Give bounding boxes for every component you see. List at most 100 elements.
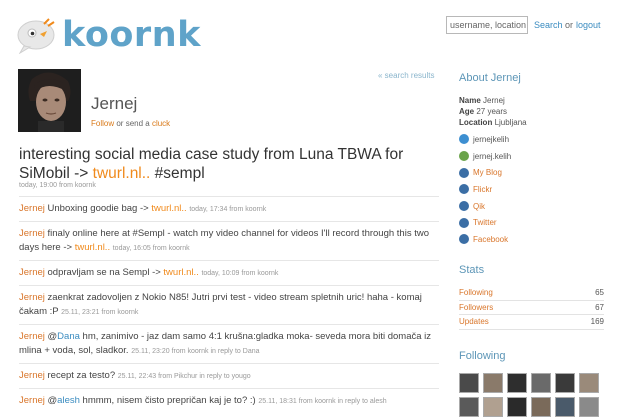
stat-row: Followers 67 xyxy=(459,301,604,315)
stat-label-link[interactable]: Following xyxy=(459,286,493,300)
entry-user-link[interactable]: Jernej xyxy=(19,267,45,278)
entry-user-link[interactable]: Jernej xyxy=(19,228,45,239)
flickr-icon xyxy=(459,184,469,195)
stat-label-link[interactable]: Followers xyxy=(459,301,493,315)
qik-icon xyxy=(459,201,469,212)
latest-status-link[interactable]: twurl.nl.. xyxy=(93,165,151,182)
stat-value: 65 xyxy=(595,288,604,297)
following-title: Following xyxy=(459,350,506,362)
account-item[interactable]: Qik xyxy=(459,198,604,215)
entry-user-link[interactable]: Jernej xyxy=(19,331,45,342)
account-list: jernejkelih jernej.kelih My Blog Flickr Qik T… xyxy=(459,131,604,248)
following-avatar[interactable] xyxy=(483,373,503,393)
timeline-entry: Jernej odpravljam se na Sempl -> twurl.n… xyxy=(19,260,439,285)
account-label[interactable]: Qik xyxy=(473,202,485,211)
follow-link[interactable]: Follow xyxy=(91,119,114,128)
following-avatar[interactable] xyxy=(555,373,575,393)
entry-mention-link[interactable]: alesh xyxy=(57,395,80,406)
skype-icon xyxy=(459,134,469,145)
following-avatar[interactable] xyxy=(555,397,575,417)
entry-mention-link[interactable]: Dana xyxy=(57,331,80,342)
account-item: jernejkelih xyxy=(459,131,604,148)
timeline-entry: Jernej Unboxing goodie bag -> twurl.nl..… xyxy=(19,196,439,221)
entry-url-link[interactable]: twurl.nl.. xyxy=(151,203,186,214)
account-item[interactable]: Facebook xyxy=(459,231,604,248)
stat-row: Updates 169 xyxy=(459,315,604,330)
info-name: Name Jernej xyxy=(459,96,505,105)
stat-label-link[interactable]: Updates xyxy=(459,315,489,329)
stat-value: 67 xyxy=(595,302,604,312)
following-grid xyxy=(459,373,604,417)
following-avatar[interactable] xyxy=(531,373,551,393)
facebook-icon xyxy=(459,234,469,245)
or-text: or xyxy=(565,20,574,30)
timeline-entry: Jernej zaenkrat zadovoljen z Nokio N85! … xyxy=(19,285,439,324)
sidebar-about: About Jernej Name Jernej Age 27 years Lo… xyxy=(459,72,604,248)
following-avatar[interactable] xyxy=(459,373,479,393)
entry-text: @ xyxy=(44,395,58,406)
profile-actions: Follow or send a cluck xyxy=(91,119,170,128)
entry-text: Unboxing goodie bag -> xyxy=(44,203,152,214)
entry-text-tail: hmmm, nisem čisto prepričan kaj je to? :… xyxy=(79,395,259,406)
profile-avatar xyxy=(18,69,81,132)
following-avatar[interactable] xyxy=(459,397,479,417)
send-cluck-link[interactable]: cluck xyxy=(152,119,170,128)
account-label: jernej.kelih xyxy=(473,151,512,161)
chat-bird-icon xyxy=(14,16,58,55)
following-avatar[interactable] xyxy=(507,373,527,393)
about-title: About Jernej xyxy=(459,72,521,84)
entry-user-link[interactable]: Jernej xyxy=(19,292,45,303)
entry-text: @ xyxy=(44,331,58,342)
entry-meta: today, 17:34 from koornk xyxy=(189,206,267,213)
account-label[interactable]: Flickr xyxy=(473,185,492,194)
search-input[interactable]: username, location xyxy=(446,16,528,34)
stats-table: Following 65 Followers 67 Updates 169 xyxy=(459,286,604,330)
blog-icon xyxy=(459,167,469,178)
account-label[interactable]: Facebook xyxy=(473,235,508,244)
info-age: Age 27 years xyxy=(459,107,508,116)
entry-meta: 25.11, 18:31 from koornk in reply to ale… xyxy=(258,398,387,405)
account-label[interactable]: My Blog xyxy=(473,168,502,177)
following-avatar[interactable] xyxy=(507,397,527,417)
account-label: jernejkelih xyxy=(473,134,510,144)
or-send-text: or send a xyxy=(116,119,150,128)
stats-title: Stats xyxy=(459,264,485,276)
msn-icon xyxy=(459,151,469,162)
entry-url-link[interactable]: twurl.nl.. xyxy=(163,267,198,278)
account-item[interactable]: Flickr xyxy=(459,181,604,198)
latest-status-meta: today, 19:00 from koornk xyxy=(19,182,96,189)
timeline-entry: Jernej @Dana hm, zanimivo - jaz dam samo… xyxy=(19,324,439,363)
following-avatar[interactable] xyxy=(579,373,599,393)
account-label[interactable]: Twitter xyxy=(473,218,497,227)
account-item[interactable]: Twitter xyxy=(459,214,604,231)
entry-user-link[interactable]: Jernej xyxy=(19,370,45,381)
logout-link[interactable]: logout xyxy=(576,20,601,30)
entry-meta: 25.11, 22:43 from Pikchur in reply to yo… xyxy=(117,373,251,380)
logo-text: koornk xyxy=(62,15,201,55)
timeline-entry: Jernej finaly online here at #Sempl - wa… xyxy=(19,221,439,260)
entry-user-link[interactable]: Jernej xyxy=(19,203,45,214)
twitter-icon xyxy=(459,217,469,228)
following-avatar[interactable] xyxy=(579,397,599,417)
profile-name: Jernej xyxy=(91,94,138,113)
entry-text: recept za testo? xyxy=(44,370,118,381)
stat-value: 169 xyxy=(590,317,604,326)
timeline-list: Jernej Unboxing goodie bag -> twurl.nl..… xyxy=(19,196,439,413)
back-to-search-results-link[interactable]: « search results xyxy=(378,71,434,80)
account-item[interactable]: My Blog xyxy=(459,164,604,181)
info-location: Location Ljubljana xyxy=(459,118,527,127)
entry-user-link[interactable]: Jernej xyxy=(19,395,45,406)
entry-text: odpravljam se na Sempl -> xyxy=(44,267,164,278)
latest-status-text: interesting social media case study from… xyxy=(19,146,404,182)
latest-status: interesting social media case study from… xyxy=(19,145,439,183)
koornk-logo[interactable]: koornk xyxy=(14,15,201,55)
timeline-entry: Jernej recept za testo? 25.11, 22:43 fro… xyxy=(19,363,439,388)
account-item: jernej.kelih xyxy=(459,148,604,165)
entry-meta: 25.11, 23:20 from koornk in reply to Dan… xyxy=(131,348,260,355)
following-avatar[interactable] xyxy=(531,397,551,417)
following-avatar[interactable] xyxy=(483,397,503,417)
entry-url-link[interactable]: twurl.nl.. xyxy=(75,242,110,253)
search-link[interactable]: Search xyxy=(534,20,563,30)
entry-meta: 25.11, 23:21 from koornk xyxy=(61,309,139,316)
stat-row: Following 65 xyxy=(459,286,604,301)
